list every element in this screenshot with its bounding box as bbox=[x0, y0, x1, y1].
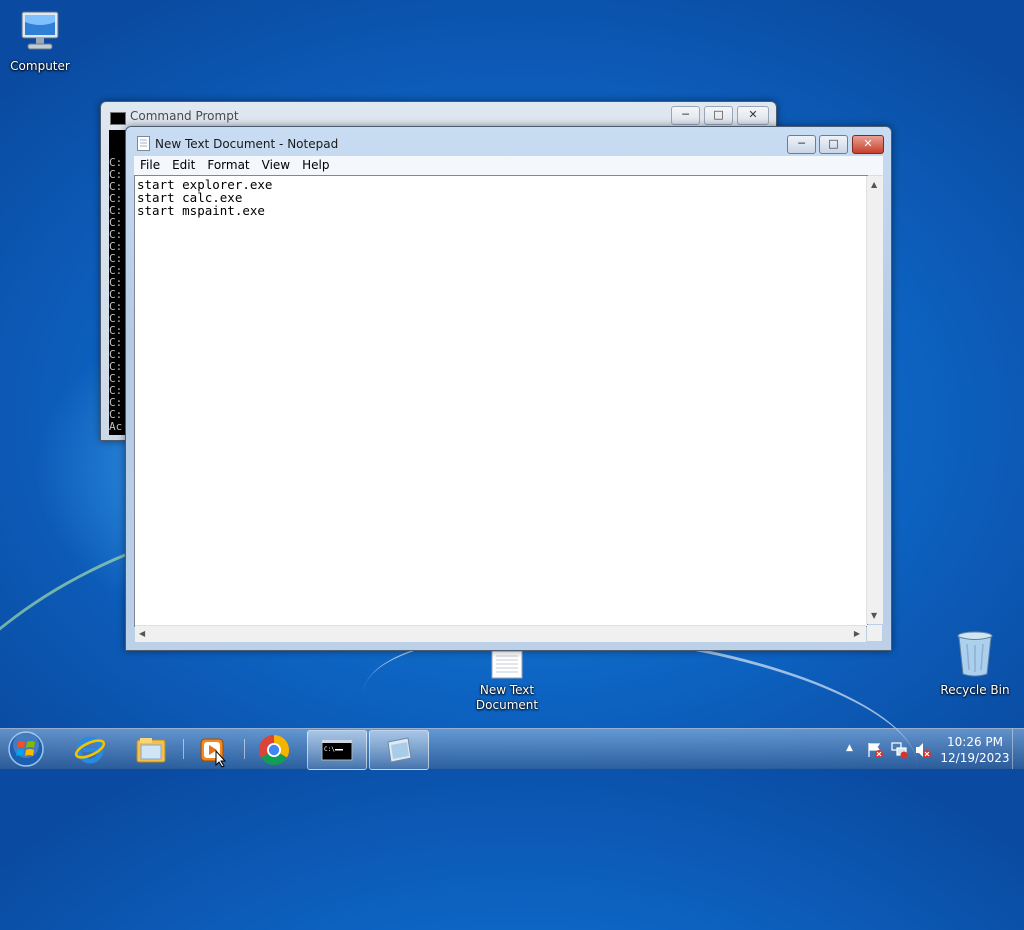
close-button[interactable]: ✕ bbox=[737, 106, 769, 125]
window-title: New Text Document - Notepad bbox=[155, 137, 339, 151]
menu-edit[interactable]: Edit bbox=[166, 156, 201, 172]
show-desktop-button[interactable] bbox=[1012, 729, 1024, 769]
clock-date: 12/19/2023 bbox=[940, 751, 1010, 765]
taskbar-media-player[interactable] bbox=[183, 730, 241, 768]
clock-time: 10:26 PM bbox=[947, 735, 1003, 749]
notepad-icon bbox=[137, 136, 150, 151]
scroll-right-icon[interactable]: ▶ bbox=[854, 629, 860, 638]
minimize-button[interactable]: ─ bbox=[787, 135, 816, 154]
taskbar-windows-explorer[interactable] bbox=[121, 730, 179, 768]
taskbar-command-prompt[interactable]: C:\ bbox=[307, 730, 367, 770]
menu-help[interactable]: Help bbox=[296, 156, 335, 172]
start-orb-icon bbox=[8, 731, 44, 767]
text-document-icon bbox=[491, 650, 523, 679]
desktop-icon-label: Computer bbox=[10, 59, 70, 73]
scroll-down-icon[interactable]: ▼ bbox=[871, 611, 877, 620]
desktop-icon-label: New Text Document bbox=[475, 683, 539, 712]
system-clock[interactable]: 10:26 PM 12/19/2023 bbox=[930, 734, 1020, 766]
command-prompt-icon bbox=[110, 112, 126, 125]
chrome-icon bbox=[258, 735, 290, 766]
maximize-button[interactable]: □ bbox=[819, 135, 848, 154]
vertical-scrollbar[interactable]: ▲ ▼ bbox=[866, 176, 883, 624]
internet-explorer-icon bbox=[74, 736, 106, 764]
desktop-icon-new-text-document[interactable]: New Text Document bbox=[467, 650, 547, 713]
svg-text:C:\: C:\ bbox=[324, 746, 335, 753]
desktop-icon-label: Recycle Bin bbox=[940, 683, 1010, 697]
close-button[interactable]: ✕ bbox=[852, 135, 884, 154]
notepad-window[interactable]: New Text Document - Notepad ─ □ ✕ File Ed… bbox=[125, 126, 892, 651]
maximize-button[interactable]: □ bbox=[704, 106, 733, 125]
horizontal-scrollbar[interactable]: ◀ ▶ bbox=[135, 625, 866, 642]
taskbar-internet-explorer[interactable] bbox=[60, 730, 118, 768]
command-prompt-icon: C:\ bbox=[321, 739, 353, 761]
menu-bar: File Edit Format View Help bbox=[134, 156, 883, 176]
notepad-icon bbox=[387, 737, 412, 763]
action-center-flag-icon[interactable] bbox=[866, 741, 884, 759]
notepad-titlebar[interactable]: New Text Document - Notepad ─ □ ✕ bbox=[126, 127, 891, 155]
text-editor[interactable]: start explorer.exe start calc.exe start … bbox=[134, 175, 868, 627]
network-icon[interactable] bbox=[890, 741, 908, 759]
desktop-icon-computer[interactable]: Computer bbox=[0, 8, 80, 74]
show-hidden-icons-button[interactable]: ▲ bbox=[846, 743, 853, 753]
menu-view[interactable]: View bbox=[256, 156, 296, 172]
desktop-icon-recycle-bin[interactable]: Recycle Bin bbox=[935, 630, 1015, 698]
editor-content: start explorer.exe start calc.exe start … bbox=[137, 177, 273, 218]
scroll-left-icon[interactable]: ◀ bbox=[139, 629, 145, 638]
start-button[interactable] bbox=[6, 730, 46, 768]
menu-format[interactable]: Format bbox=[201, 156, 255, 172]
taskbar: C:\ ▲ 10:26 PM 12/19/2023 bbox=[0, 728, 1024, 770]
windows-explorer-icon bbox=[136, 738, 166, 763]
scroll-up-icon[interactable]: ▲ bbox=[871, 180, 877, 189]
window-title: Command Prompt bbox=[130, 109, 239, 123]
size-grip-icon[interactable] bbox=[867, 625, 882, 641]
computer-icon bbox=[21, 11, 59, 50]
taskbar-notepad[interactable] bbox=[369, 730, 429, 770]
taskbar-chrome[interactable] bbox=[245, 730, 303, 768]
mouse-cursor-icon bbox=[215, 750, 227, 768]
minimize-button[interactable]: ─ bbox=[671, 106, 700, 125]
menu-file[interactable]: File bbox=[134, 156, 166, 172]
recycle-bin-icon bbox=[957, 631, 993, 677]
